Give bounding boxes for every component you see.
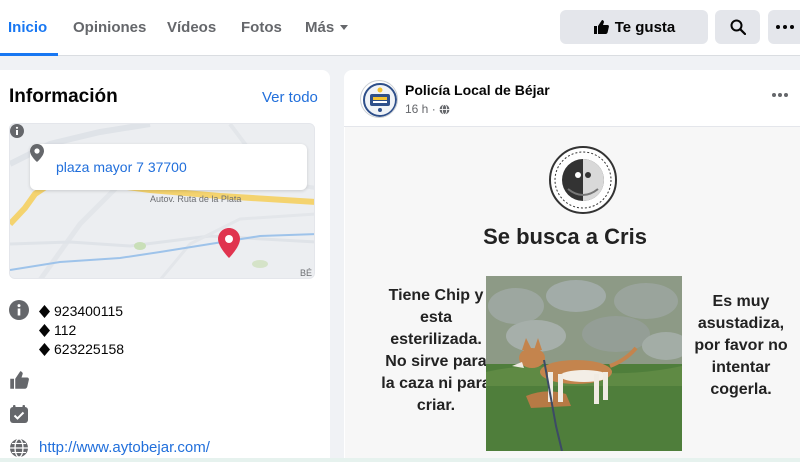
- thumbs-up-icon: [10, 371, 29, 389]
- website-link[interactable]: http://www.aytobejar.com/: [39, 439, 210, 456]
- active-tab-indicator: [0, 53, 58, 56]
- tab-videos[interactable]: Vídeos: [167, 19, 216, 36]
- search-button[interactable]: [715, 10, 760, 44]
- missing-glyph-icon: [39, 305, 50, 318]
- globe-icon: [439, 103, 450, 115]
- tab-mas-label: Más: [305, 19, 335, 36]
- see-all-link[interactable]: Ver todo: [262, 89, 318, 106]
- phone-line[interactable]: 112: [39, 321, 124, 340]
- dog-illustration: [486, 276, 682, 451]
- post-meta: 16 h ·: [405, 102, 450, 116]
- bottom-edge: [0, 458, 800, 462]
- page-avatar[interactable]: [360, 80, 398, 118]
- info-icon: [9, 300, 29, 320]
- info-title: Información: [9, 86, 118, 107]
- post-author-link[interactable]: Policía Local de Béjar: [405, 82, 550, 98]
- location-map[interactable]: plaza mayor 7 37700 Autov. Ruta de la Pl…: [9, 123, 315, 279]
- tab-inicio[interactable]: Inicio: [8, 19, 47, 36]
- phone-number: 112: [54, 322, 77, 338]
- missing-glyph-icon: [39, 343, 50, 356]
- phone-number: 623225158: [54, 341, 125, 357]
- missing-glyph-icon: [39, 324, 50, 337]
- dog-photo: [486, 276, 682, 451]
- caret-down-icon: [340, 25, 349, 30]
- map-info-icon[interactable]: [10, 124, 24, 138]
- search-icon: [730, 19, 746, 35]
- poster-headline: Se busca a Cris: [483, 224, 647, 249]
- map-marker-icon: [218, 228, 240, 258]
- location-pin-icon: [30, 144, 44, 162]
- poster-left-text: Tiene Chip y esta esterilizada. No sirve…: [381, 287, 491, 414]
- like-page-button[interactable]: Te gusta: [560, 10, 708, 44]
- more-dots-icon: [776, 25, 794, 29]
- protection-seal-logo: [549, 146, 617, 214]
- meta-separator: ·: [428, 102, 440, 116]
- map-address-card[interactable]: plaza mayor 7 37700: [30, 144, 307, 190]
- post-time[interactable]: 16 h: [405, 102, 428, 116]
- thumbs-up-icon: [593, 20, 609, 34]
- tab-fotos[interactable]: Fotos: [241, 19, 282, 36]
- globe-icon: [10, 438, 28, 458]
- map-town-label: BÉ: [300, 268, 313, 278]
- like-button-label: Te gusta: [614, 18, 676, 36]
- phone-line[interactable]: 923400115: [39, 302, 124, 321]
- more-options-button[interactable]: [768, 10, 800, 44]
- tab-opiniones[interactable]: Opiniones: [73, 19, 146, 36]
- info-card: Información Ver todo plaza mayor 7 37700…: [0, 70, 330, 462]
- phone-numbers: 923400115 112 623225158: [39, 302, 124, 359]
- poster-right-text: Es muy asustadiza, por favor no intentar…: [694, 293, 788, 398]
- page-tab-bar: Inicio Opiniones Vídeos Fotos Más Te gus…: [0, 0, 800, 56]
- post-image[interactable]: Se busca a Cris Tiene Chip y esta esteri…: [345, 127, 800, 462]
- phone-line[interactable]: 623225158: [39, 340, 124, 359]
- police-badge-icon: [363, 83, 397, 117]
- address-text: plaza mayor 7 37700: [56, 159, 187, 175]
- phone-number: 923400115: [54, 303, 124, 319]
- post-options-icon[interactable]: [771, 92, 789, 98]
- map-road-label: Autov. Ruta de la Plata: [150, 194, 242, 204]
- post-card: Policía Local de Béjar 16 h · Se busca a…: [344, 70, 800, 462]
- checklist-icon: [10, 405, 28, 423]
- tab-mas[interactable]: Más: [305, 19, 349, 36]
